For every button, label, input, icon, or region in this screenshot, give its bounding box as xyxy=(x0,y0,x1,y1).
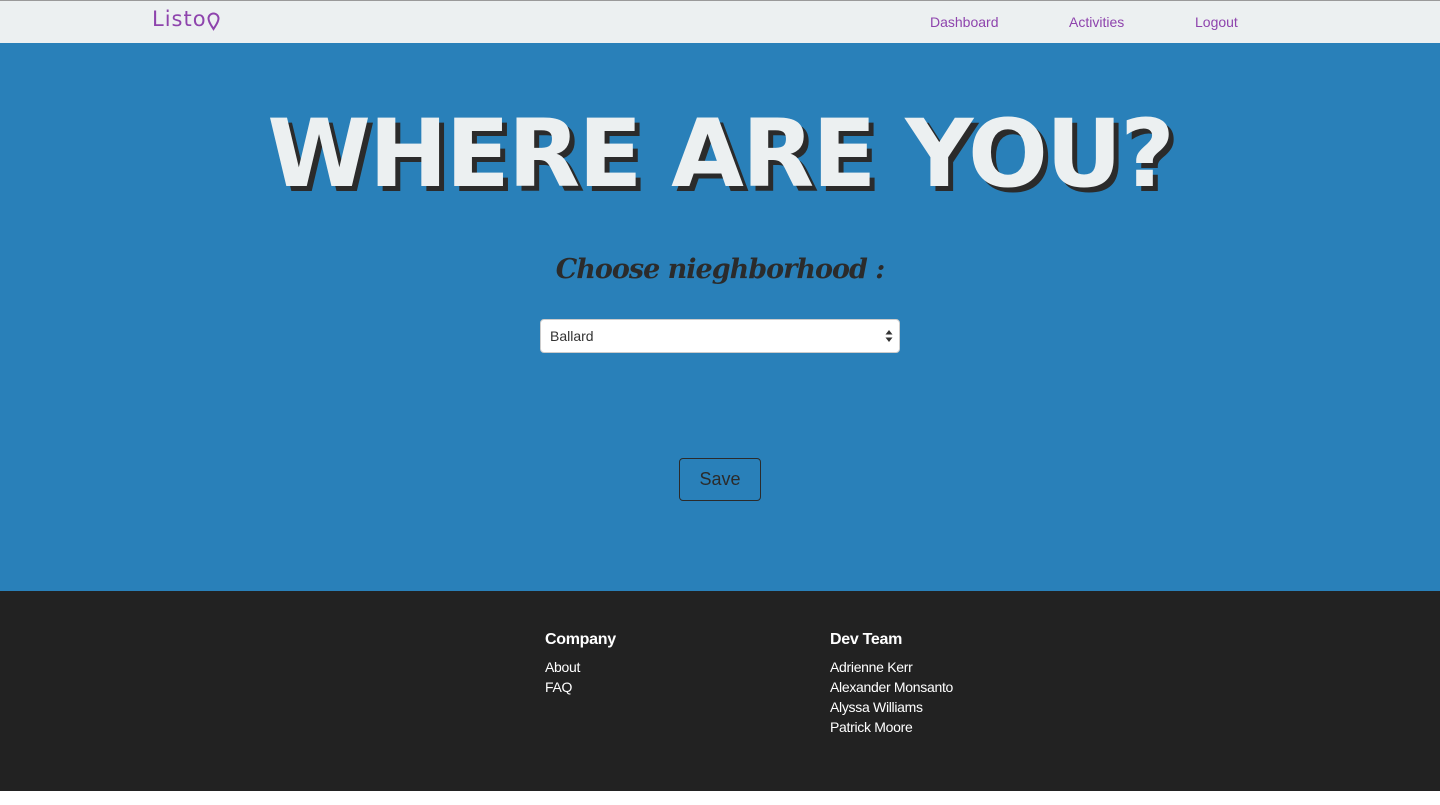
footer-team-member[interactable]: Alyssa Williams xyxy=(830,697,953,717)
footer-dev-team-heading: Dev Team xyxy=(830,631,903,648)
map-pin-icon xyxy=(207,11,220,31)
footer-dev-team-column: Dev Team Adrienne Kerr Alexander Monsant… xyxy=(830,631,953,737)
footer-team-member[interactable]: Adrienne Kerr xyxy=(830,657,953,677)
footer-link-faq[interactable]: FAQ xyxy=(545,677,616,697)
nav-logout-link[interactable]: Logout xyxy=(1195,14,1238,30)
neighborhood-prompt: Choose nieghborhood : xyxy=(555,254,886,285)
footer-team-member[interactable]: Alexander Monsanto xyxy=(830,677,953,697)
hero-section: WHERE ARE YOU? Choose nieghborhood : Bal… xyxy=(0,43,1440,591)
navbar: Listo Dashboard Activities Logout xyxy=(0,0,1440,43)
save-button[interactable]: Save xyxy=(679,458,761,501)
footer-link-about[interactable]: About xyxy=(545,657,616,677)
nav-dashboard-link[interactable]: Dashboard xyxy=(930,14,999,30)
neighborhood-select[interactable]: Ballard xyxy=(540,319,900,353)
page-title: WHERE ARE YOU? xyxy=(267,100,1174,209)
footer-company-heading: Company xyxy=(545,631,616,648)
select-arrows-icon xyxy=(885,329,893,343)
nav-activities-link[interactable]: Activities xyxy=(1069,14,1124,30)
neighborhood-select-value: Ballard xyxy=(550,328,594,344)
brand-name: Listo xyxy=(152,7,207,31)
footer: Company About FAQ Dev Team Adrienne Kerr… xyxy=(0,591,1440,791)
footer-team-member[interactable]: Patrick Moore xyxy=(830,717,953,737)
footer-company-column: Company About FAQ xyxy=(545,631,616,697)
brand-logo[interactable]: Listo xyxy=(152,7,220,31)
